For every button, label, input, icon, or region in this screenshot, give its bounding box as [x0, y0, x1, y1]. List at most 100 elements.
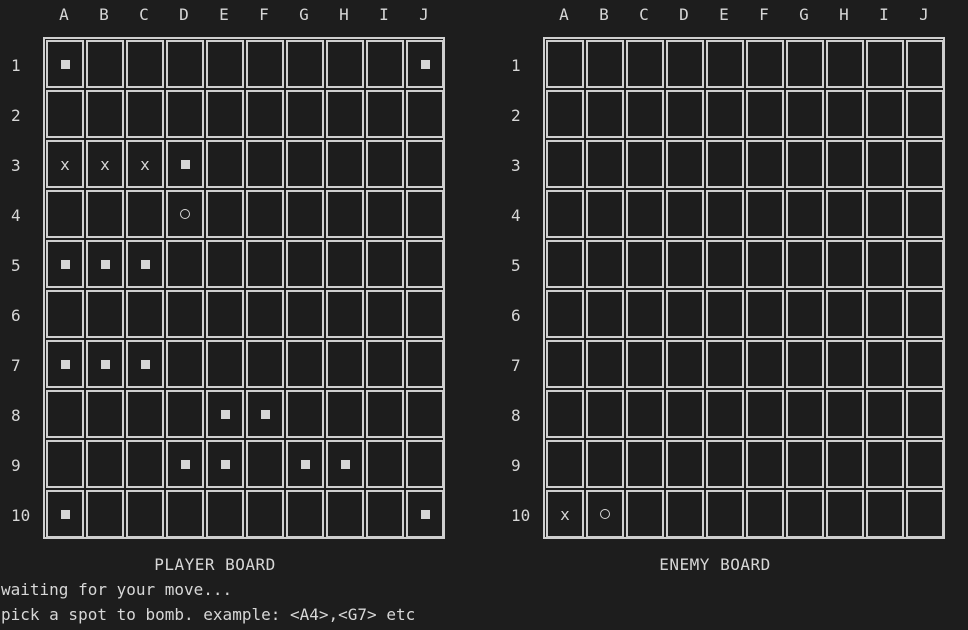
board-cell[interactable]: [666, 240, 704, 288]
board-cell[interactable]: [706, 390, 744, 438]
board-cell[interactable]: x: [546, 490, 584, 538]
board-cell[interactable]: [666, 290, 704, 338]
board-cell[interactable]: [626, 340, 664, 388]
board-cell[interactable]: [826, 490, 864, 538]
board-cell[interactable]: [626, 40, 664, 88]
board-cell[interactable]: [706, 190, 744, 238]
board-cell[interactable]: [586, 40, 624, 88]
board-cell[interactable]: [826, 90, 864, 138]
board-cell[interactable]: [546, 40, 584, 88]
board-cell[interactable]: [746, 440, 784, 488]
board-cell[interactable]: [746, 340, 784, 388]
board-cell[interactable]: [906, 390, 944, 438]
board-cell[interactable]: [786, 40, 824, 88]
board-cell[interactable]: [906, 140, 944, 188]
board-cell[interactable]: [626, 190, 664, 238]
board-cell[interactable]: [866, 390, 904, 438]
board-cell[interactable]: [826, 290, 864, 338]
board-cell[interactable]: [906, 190, 944, 238]
board-cell[interactable]: [546, 240, 584, 288]
board-cell[interactable]: [746, 140, 784, 188]
board-cell[interactable]: [626, 490, 664, 538]
board-cell[interactable]: [826, 390, 864, 438]
board-cell[interactable]: [826, 240, 864, 288]
board-cell[interactable]: [546, 140, 584, 188]
board-cell[interactable]: [546, 340, 584, 388]
board-cell[interactable]: [706, 490, 744, 538]
board-cell[interactable]: [706, 40, 744, 88]
board-cell[interactable]: [586, 340, 624, 388]
board-cell[interactable]: [626, 290, 664, 338]
board-cell[interactable]: [866, 240, 904, 288]
board-cell[interactable]: [626, 140, 664, 188]
board-cell[interactable]: [866, 490, 904, 538]
board-cell[interactable]: [786, 240, 824, 288]
board-cell[interactable]: [866, 190, 904, 238]
board-cell[interactable]: [826, 140, 864, 188]
board-cell[interactable]: [906, 90, 944, 138]
board-cell[interactable]: [746, 90, 784, 138]
board-cell[interactable]: [706, 340, 744, 388]
board-cell[interactable]: [906, 490, 944, 538]
board-cell[interactable]: [866, 290, 904, 338]
board-cell[interactable]: [746, 390, 784, 438]
board-cell[interactable]: [786, 340, 824, 388]
board-cell[interactable]: [786, 390, 824, 438]
board-cell[interactable]: [786, 190, 824, 238]
board-cell[interactable]: [706, 290, 744, 338]
board-cell[interactable]: [866, 40, 904, 88]
board-cell[interactable]: [706, 440, 744, 488]
board-cell[interactable]: [586, 240, 624, 288]
board-cell[interactable]: [666, 190, 704, 238]
board-cell[interactable]: [666, 440, 704, 488]
board-cell[interactable]: [786, 90, 824, 138]
board-cell[interactable]: [666, 40, 704, 88]
board-cell[interactable]: [546, 90, 584, 138]
board-cell[interactable]: [826, 440, 864, 488]
board-cell[interactable]: [586, 440, 624, 488]
board-cell[interactable]: [906, 440, 944, 488]
board-cell[interactable]: [666, 340, 704, 388]
board-cell[interactable]: [826, 190, 864, 238]
board-cell[interactable]: [706, 240, 744, 288]
board-cell[interactable]: [906, 340, 944, 388]
board-cell[interactable]: [866, 340, 904, 388]
board-cell[interactable]: [666, 90, 704, 138]
board-cell[interactable]: [786, 290, 824, 338]
board-cell[interactable]: [906, 290, 944, 338]
board-cell[interactable]: [746, 240, 784, 288]
board-cell[interactable]: [666, 140, 704, 188]
board-cell[interactable]: [626, 90, 664, 138]
board-cell[interactable]: [906, 240, 944, 288]
board-cell[interactable]: [746, 190, 784, 238]
board-cell[interactable]: [866, 90, 904, 138]
board-cell[interactable]: [866, 440, 904, 488]
board-cell[interactable]: [626, 240, 664, 288]
board-cell[interactable]: [746, 40, 784, 88]
board-cell[interactable]: [586, 290, 624, 338]
board-cell[interactable]: [866, 140, 904, 188]
board-cell[interactable]: [586, 390, 624, 438]
board-cell[interactable]: [626, 390, 664, 438]
board-cell[interactable]: [746, 290, 784, 338]
board-cell[interactable]: [706, 140, 744, 188]
board-cell[interactable]: [786, 440, 824, 488]
board-cell[interactable]: [586, 490, 624, 538]
board-cell[interactable]: [546, 440, 584, 488]
board-cell[interactable]: [586, 140, 624, 188]
board-cell[interactable]: [786, 490, 824, 538]
board-cell[interactable]: [666, 390, 704, 438]
board-cell[interactable]: [626, 440, 664, 488]
board-cell[interactable]: [546, 390, 584, 438]
board-cell[interactable]: [706, 90, 744, 138]
board-cell[interactable]: [786, 140, 824, 188]
board-cell[interactable]: [906, 40, 944, 88]
board-cell[interactable]: [826, 40, 864, 88]
board-cell[interactable]: [546, 290, 584, 338]
board-cell[interactable]: [666, 490, 704, 538]
board-cell[interactable]: [546, 190, 584, 238]
board-cell[interactable]: [586, 190, 624, 238]
board-cell[interactable]: [586, 90, 624, 138]
board-cell[interactable]: [826, 340, 864, 388]
board-cell[interactable]: [746, 490, 784, 538]
